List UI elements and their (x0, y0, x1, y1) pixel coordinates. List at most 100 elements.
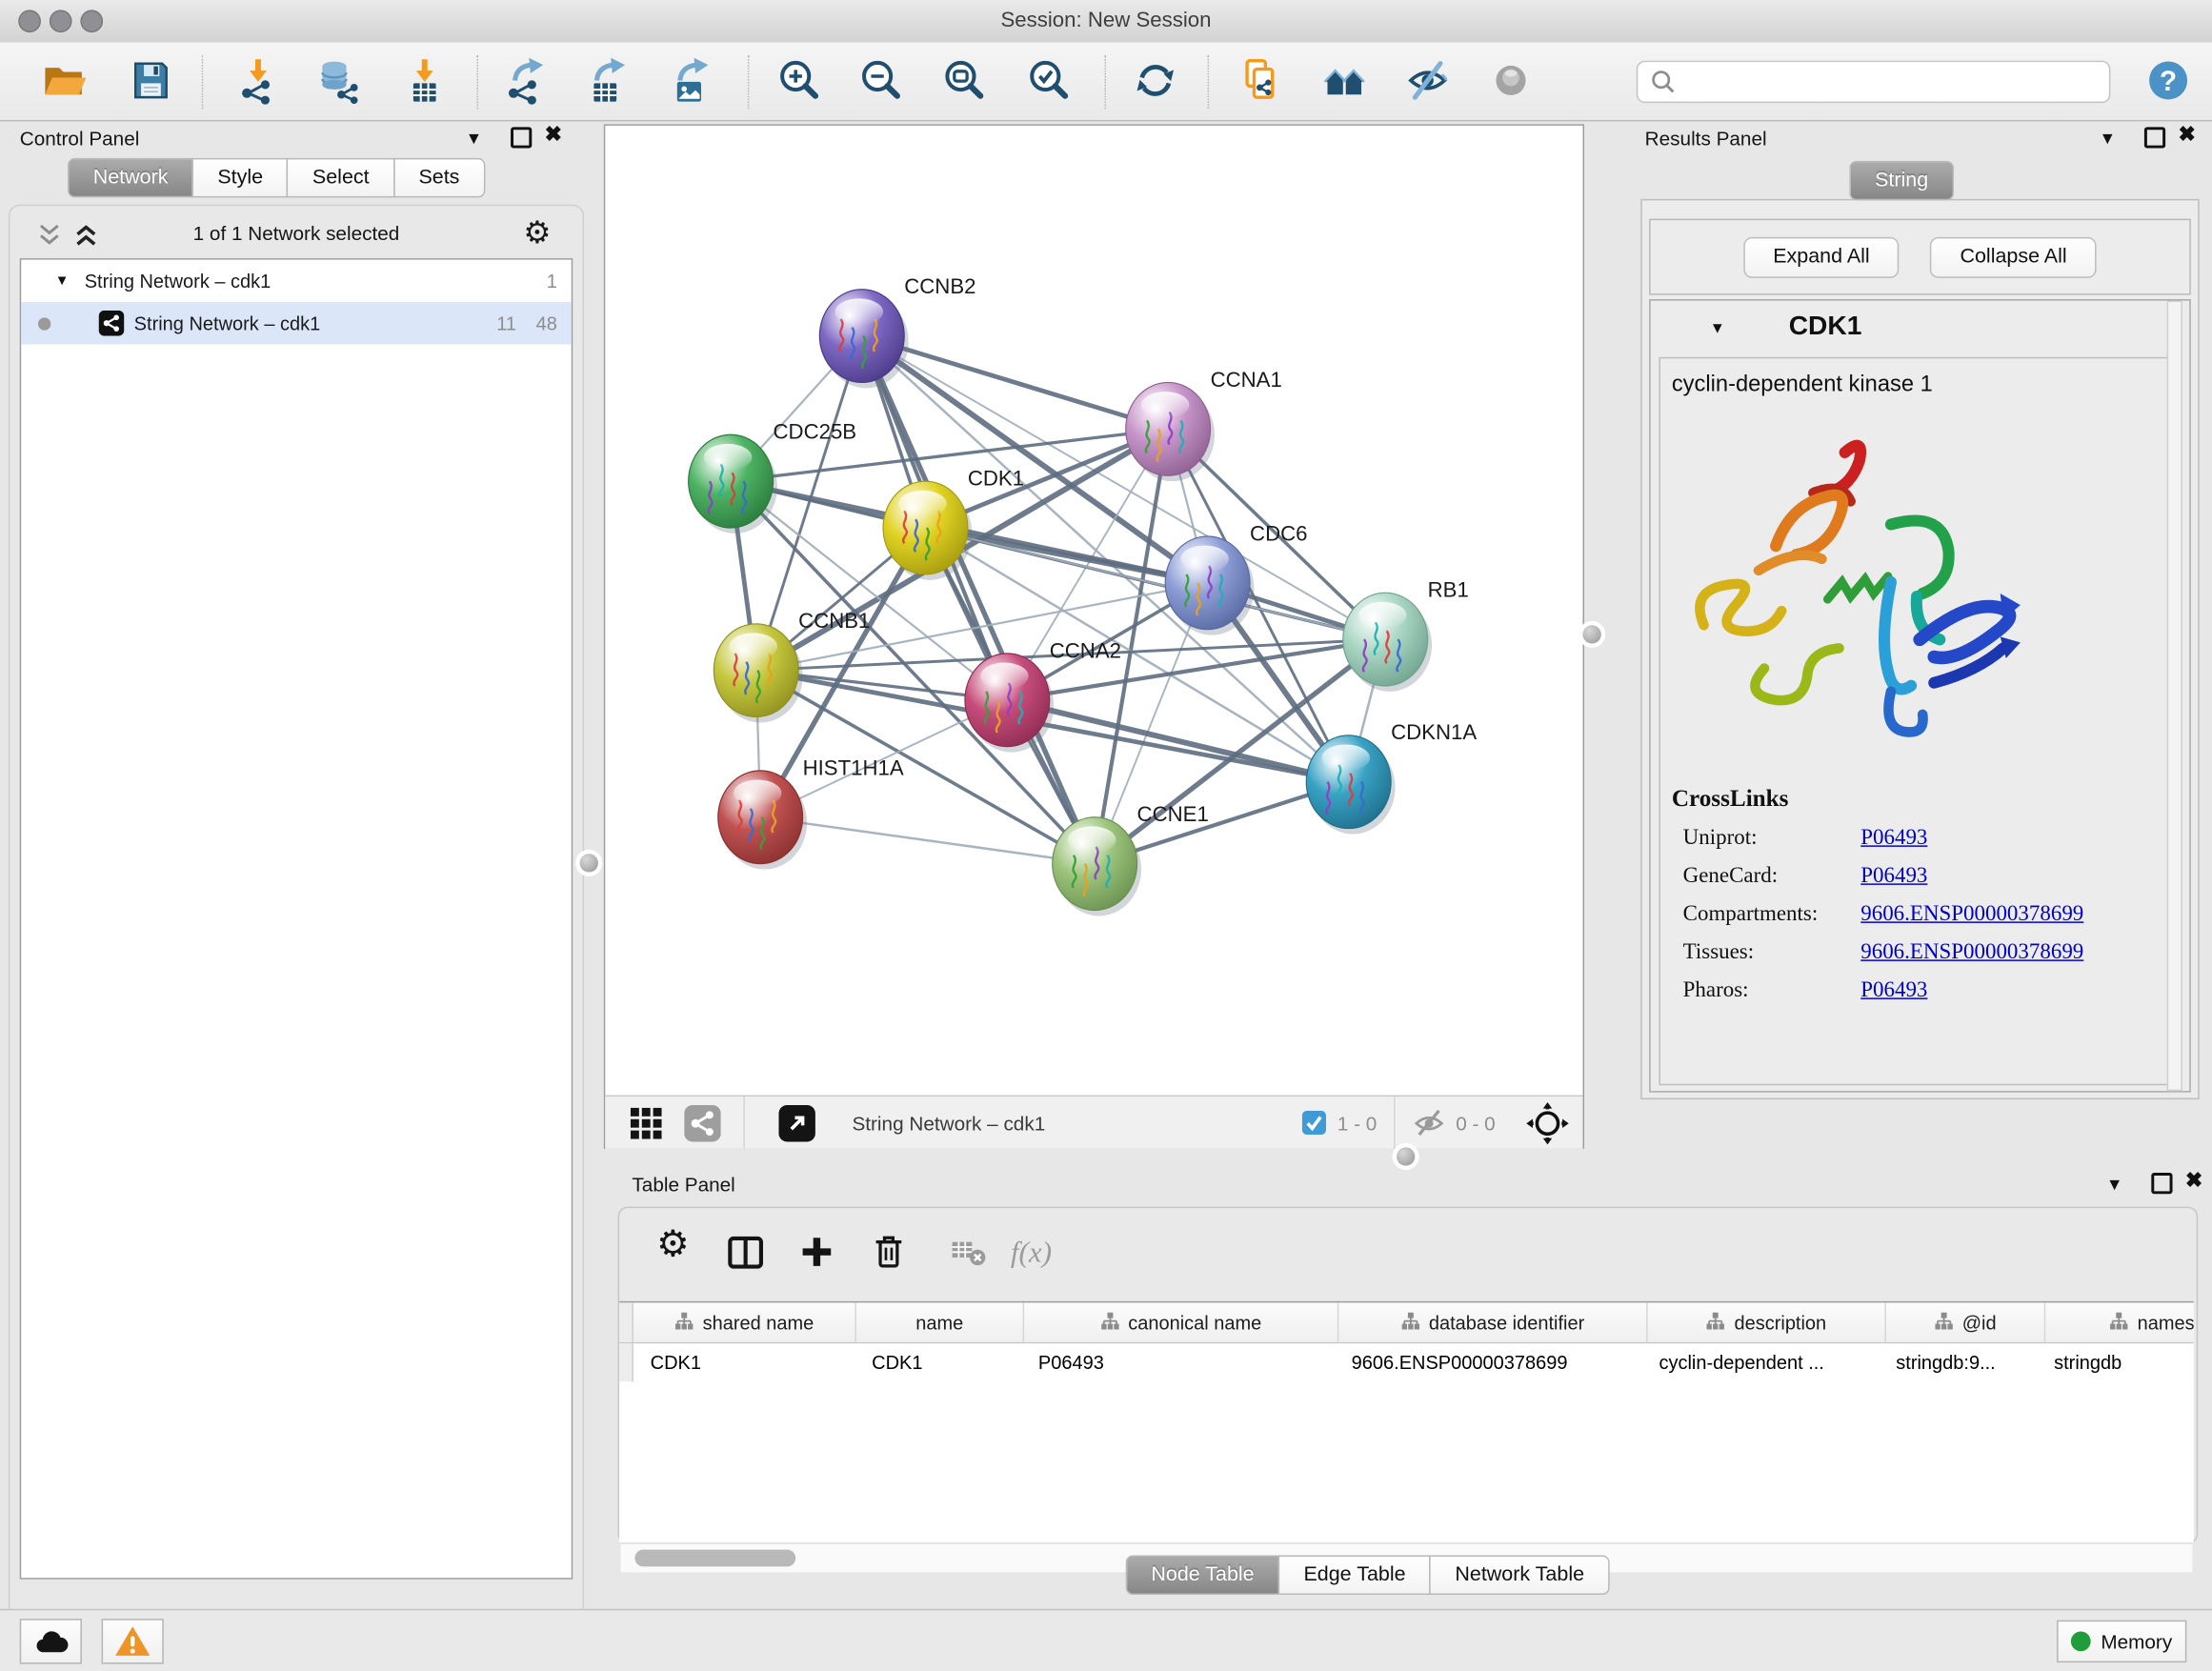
column-type-icon (1934, 1310, 1954, 1334)
splitter-handle[interactable] (1397, 1147, 1415, 1165)
warning-status-button[interactable] (102, 1619, 164, 1663)
detach-view-icon[interactable] (778, 1104, 815, 1141)
panel-close-icon[interactable]: ✖ (545, 127, 563, 144)
search-field[interactable] (1637, 61, 2111, 103)
column-label: @id (1962, 1312, 1997, 1333)
column-header-name[interactable]: name (856, 1302, 1024, 1341)
show-columns-icon[interactable] (716, 1228, 773, 1276)
column-header-description[interactable]: description (1648, 1302, 1886, 1341)
expand-all-button[interactable]: Expand All (1743, 237, 1900, 278)
network-edge[interactable] (760, 817, 1095, 864)
crosslink-link[interactable]: 9606.ENSP00000378699 (1860, 902, 2083, 928)
hide-show-icon[interactable] (1398, 48, 1458, 112)
column-header--id[interactable]: @id (1886, 1302, 2045, 1341)
column-header-database-identifier[interactable]: database identifier (1338, 1302, 1647, 1341)
collection-expander-icon[interactable]: ▼ (55, 273, 70, 289)
search-input[interactable] (1683, 70, 2109, 93)
network-node-RB1[interactable]: RB1 (1343, 578, 1469, 692)
help-icon[interactable]: ? (2139, 48, 2198, 112)
results-scrollbar[interactable] (2167, 301, 2182, 1092)
import-table-icon[interactable] (395, 48, 454, 112)
tab-style[interactable]: Style (192, 158, 289, 197)
open-session-icon[interactable] (35, 48, 94, 112)
panel-close-icon[interactable]: ✖ (2185, 1173, 2203, 1190)
table-cell[interactable]: CDK1 (633, 1343, 855, 1381)
export-image-icon[interactable] (660, 48, 719, 112)
splitter-handle[interactable] (1583, 625, 1601, 643)
panel-menu-icon[interactable]: ▼ (2106, 1176, 2123, 1193)
memory-button[interactable]: Memory (2057, 1621, 2186, 1662)
table-cell[interactable]: 9606.ENSP00000378699 (1335, 1343, 1642, 1381)
zoom-selected-icon[interactable] (1020, 48, 1079, 112)
panel-menu-icon[interactable]: ▼ (2100, 130, 2117, 147)
zoom-out-icon[interactable] (852, 48, 911, 112)
tab-network-table[interactable]: Network Table (1430, 1556, 1610, 1595)
network-edge[interactable] (862, 336, 1095, 864)
birds-eye-icon[interactable] (1526, 1101, 1568, 1143)
network-node-CDC25B[interactable]: CDC25B (689, 420, 856, 534)
network-row-selected[interactable]: String Network – cdk1 11 48 (21, 302, 572, 344)
network-node-HIST1H1A[interactable]: HIST1H1A (718, 755, 904, 869)
export-network-icon[interactable] (495, 48, 554, 112)
collapse-all-button[interactable]: Collapse All (1930, 237, 2096, 278)
tab-select[interactable]: Select (287, 158, 394, 197)
panel-float-icon[interactable] (511, 127, 532, 148)
network-options-gear-icon[interactable]: ⚙ (523, 214, 551, 252)
network-collection-row[interactable]: ▼ String Network – cdk1 1 (21, 260, 572, 302)
tab-edge-table[interactable]: Edge Table (1278, 1556, 1431, 1595)
network-node-CCNA1[interactable]: CCNA1 (1126, 368, 1282, 481)
crosslink-link[interactable]: 9606.ENSP00000378699 (1860, 940, 2083, 966)
table-cell[interactable]: stringdb:9... (1880, 1343, 2038, 1381)
table-cell[interactable]: cyclin-dependent ... (1642, 1343, 1880, 1381)
network-view-panel: CCNB2CCNA1CDC25BCDK1CDC6RB1CCNB1CCNA2CDK… (604, 124, 1584, 1149)
table-row[interactable]: CDK1CDK1P064939606.ENSP00000378699cyclin… (619, 1343, 2194, 1381)
crosslink-link[interactable]: P06493 (1860, 864, 1927, 890)
grid-view-icon[interactable] (628, 1104, 665, 1141)
network-edge[interactable] (862, 336, 1168, 430)
zoom-in-icon[interactable] (771, 48, 830, 112)
panel-menu-icon[interactable]: ▼ (466, 130, 483, 147)
network-node-CCNB2[interactable]: CCNB2 (819, 274, 975, 388)
title-bar: Session: New Session (0, 0, 2212, 44)
network-overview-icon[interactable] (1315, 48, 1374, 112)
export-table-icon[interactable] (577, 48, 636, 112)
refresh-icon[interactable] (1126, 48, 1185, 112)
node-label-CCNE1: CCNE1 (1137, 802, 1209, 826)
zoom-fit-icon[interactable] (935, 48, 995, 112)
crosslink-link[interactable]: P06493 (1860, 826, 1927, 852)
tab-string[interactable]: String (1849, 161, 1953, 200)
delete-column-icon[interactable] (860, 1228, 916, 1276)
panel-close-icon[interactable]: ✖ (2178, 127, 2196, 144)
table-cell[interactable]: P06493 (1021, 1343, 1335, 1381)
import-database-icon[interactable] (309, 48, 368, 112)
column-header-namespace[interactable]: namespace (2045, 1302, 2193, 1341)
table-cell[interactable]: stringdb (2037, 1343, 2193, 1381)
import-network-icon[interactable] (229, 48, 288, 112)
table-options-gear-icon[interactable]: ⚙ (645, 1219, 701, 1267)
table-cell[interactable]: CDK1 (855, 1343, 1021, 1381)
crosslink-link[interactable]: P06493 (1860, 978, 1927, 1004)
tab-sets[interactable]: Sets (393, 158, 485, 197)
panel-float-icon[interactable] (2151, 1173, 2172, 1194)
tab-network[interactable]: Network (68, 158, 193, 197)
network-node-CDC6[interactable]: CDC6 (1165, 521, 1307, 634)
create-column-icon[interactable] (789, 1228, 845, 1276)
panel-float-icon[interactable] (2144, 127, 2165, 148)
clone-network-icon[interactable] (1230, 48, 1289, 112)
cloud-status-button[interactable] (20, 1619, 82, 1663)
network-view-toolbar: String Network – cdk1 1 - 0 0 - 0 (605, 1096, 1582, 1149)
preview-icon[interactable] (1481, 48, 1540, 112)
network-view-icon[interactable] (684, 1104, 721, 1141)
selected-checkbox-icon[interactable] (1302, 1111, 1326, 1135)
table-hscrollbar-thumb[interactable] (634, 1550, 795, 1567)
function-builder-icon: f(x) (1003, 1228, 1059, 1276)
tab-node-table[interactable]: Node Table (1126, 1556, 1280, 1595)
splitter-handle[interactable] (580, 854, 598, 872)
save-session-icon[interactable] (121, 48, 180, 112)
gene-expander-icon[interactable]: ▼ (1710, 320, 1725, 337)
column-header-canonical-name[interactable]: canonical name (1024, 1302, 1338, 1341)
network-node-CDKN1A[interactable]: CDKN1A (1306, 720, 1477, 834)
crosslink-row: Uniprot:P06493 (1683, 826, 2180, 852)
column-header-shared-name[interactable]: shared name (633, 1302, 856, 1341)
network-canvas[interactable]: CCNB2CCNA1CDC25BCDK1CDC6RB1CCNB1CCNA2CDK… (605, 126, 1582, 1096)
